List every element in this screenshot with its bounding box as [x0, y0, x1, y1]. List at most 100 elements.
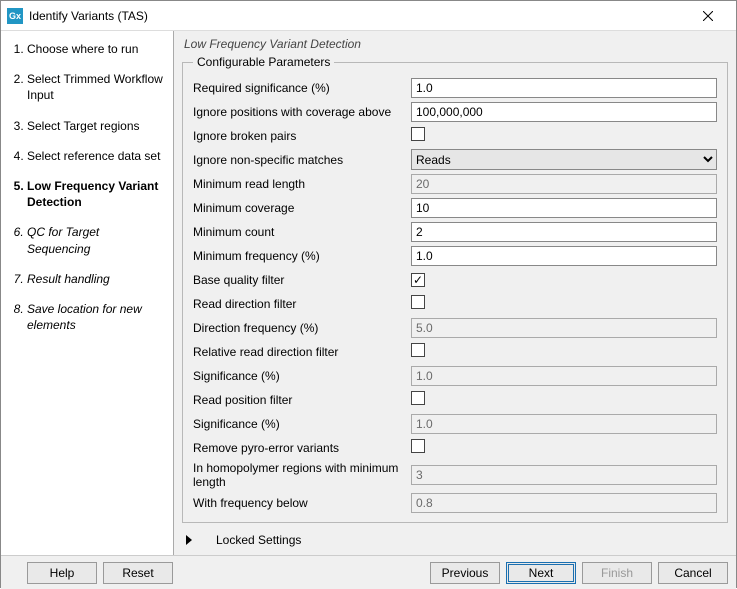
param-label: Minimum count — [193, 225, 411, 239]
param-checkbox[interactable] — [411, 273, 425, 287]
param-control — [411, 102, 717, 122]
param-control — [411, 414, 717, 434]
param-label: Relative read direction filter — [193, 345, 411, 359]
fieldset-legend: Configurable Parameters — [193, 55, 334, 69]
app-icon: Gx — [7, 8, 23, 24]
param-control — [411, 273, 717, 287]
param-control — [411, 493, 717, 513]
param-control — [411, 174, 717, 194]
reset-button[interactable]: Reset — [103, 562, 173, 584]
param-control — [411, 127, 717, 144]
previous-button[interactable]: Previous — [430, 562, 500, 584]
wizard-step-list: Choose where to run Select Trimmed Workfl… — [9, 41, 165, 333]
wizard-footer: Help Reset Previous Next Finish Cancel — [1, 555, 736, 589]
close-button[interactable] — [688, 2, 728, 30]
locked-settings-toggle[interactable]: Locked Settings — [182, 533, 728, 547]
cancel-button[interactable]: Cancel — [658, 562, 728, 584]
param-control: Reads — [411, 149, 717, 170]
window-title: Identify Variants (TAS) — [29, 9, 688, 23]
param-label: Minimum coverage — [193, 201, 411, 215]
param-text-input — [411, 366, 717, 386]
param-text-input — [411, 174, 717, 194]
param-label: Direction frequency (%) — [193, 321, 411, 335]
main-panel: Low Frequency Variant Detection Configur… — [174, 31, 736, 555]
param-checkbox[interactable] — [411, 439, 425, 453]
param-label: With frequency below — [193, 496, 411, 510]
param-row: Minimum frequency (%) — [193, 245, 717, 266]
param-row: Remove pyro-error variants — [193, 437, 717, 458]
chevron-right-icon — [186, 535, 192, 545]
locked-settings-label: Locked Settings — [216, 533, 301, 547]
param-row: Ignore broken pairs — [193, 125, 717, 146]
next-button[interactable]: Next — [506, 562, 576, 584]
param-row: Minimum coverage — [193, 197, 717, 218]
param-label: Ignore non-specific matches — [193, 153, 411, 167]
param-row: Ignore positions with coverage above — [193, 101, 717, 122]
param-control — [411, 318, 717, 338]
param-row: Significance (%) — [193, 413, 717, 434]
param-row: Read position filter — [193, 389, 717, 410]
param-row: Direction frequency (%) — [193, 317, 717, 338]
param-label: Minimum read length — [193, 177, 411, 191]
finish-button: Finish — [582, 562, 652, 584]
param-control — [411, 343, 717, 360]
param-text-input — [411, 414, 717, 434]
param-control — [411, 439, 717, 456]
param-control — [411, 222, 717, 242]
param-row: In homopolymer regions with minimum leng… — [193, 461, 717, 489]
help-button[interactable]: Help — [27, 562, 97, 584]
param-label: Significance (%) — [193, 369, 411, 383]
parameters-container: Required significance (%) Ignore position… — [193, 77, 717, 513]
param-label: Read position filter — [193, 393, 411, 407]
param-label: Minimum frequency (%) — [193, 249, 411, 263]
param-label: Remove pyro-error variants — [193, 441, 411, 455]
param-row: Read direction filter — [193, 293, 717, 314]
param-checkbox[interactable] — [411, 295, 425, 309]
wizard-sidebar: Choose where to run Select Trimmed Workfl… — [1, 31, 174, 555]
panel-header: Low Frequency Variant Detection — [182, 37, 728, 51]
param-control — [411, 295, 717, 312]
param-label: Read direction filter — [193, 297, 411, 311]
param-row: Required significance (%) — [193, 77, 717, 98]
param-text-input[interactable] — [411, 222, 717, 242]
param-control — [411, 391, 717, 408]
param-row: Significance (%) — [193, 365, 717, 386]
wizard-step[interactable]: Result handling — [27, 271, 165, 287]
param-row: Relative read direction filter — [193, 341, 717, 362]
param-control — [411, 366, 717, 386]
configurable-parameters-fieldset: Configurable Parameters Required signifi… — [182, 55, 728, 523]
param-text-input — [411, 493, 717, 513]
param-label: Ignore broken pairs — [193, 129, 411, 143]
param-text-input — [411, 465, 717, 485]
param-control — [411, 78, 717, 98]
param-row: Ignore non-specific matchesReads — [193, 149, 717, 170]
param-text-input[interactable] — [411, 78, 717, 98]
param-checkbox[interactable] — [411, 343, 425, 357]
wizard-step[interactable]: Low Frequency Variant Detection — [27, 178, 165, 210]
param-label: Ignore positions with coverage above — [193, 105, 411, 119]
param-label: Base quality filter — [193, 273, 411, 287]
param-checkbox[interactable] — [411, 391, 425, 405]
param-label: Required significance (%) — [193, 81, 411, 95]
param-text-input[interactable] — [411, 102, 717, 122]
param-text-input[interactable] — [411, 246, 717, 266]
body-area: Choose where to run Select Trimmed Workfl… — [1, 31, 736, 555]
param-text-input — [411, 318, 717, 338]
param-row: With frequency below — [193, 492, 717, 513]
wizard-step[interactable]: Select Target regions — [27, 118, 165, 134]
wizard-step[interactable]: Select Trimmed Workflow Input — [27, 71, 165, 103]
param-row: Minimum read length — [193, 173, 717, 194]
wizard-step[interactable]: Save location for new elements — [27, 301, 165, 333]
close-icon — [703, 11, 713, 21]
wizard-step[interactable]: QC for Target Sequencing — [27, 224, 165, 256]
param-control — [411, 198, 717, 218]
wizard-step[interactable]: Choose where to run — [27, 41, 165, 57]
param-checkbox[interactable] — [411, 127, 425, 141]
param-control — [411, 246, 717, 266]
param-label: In homopolymer regions with minimum leng… — [193, 461, 411, 489]
param-select[interactable]: Reads — [411, 149, 717, 170]
wizard-step[interactable]: Select reference data set — [27, 148, 165, 164]
param-text-input[interactable] — [411, 198, 717, 218]
param-label: Significance (%) — [193, 417, 411, 431]
param-control — [411, 465, 717, 485]
